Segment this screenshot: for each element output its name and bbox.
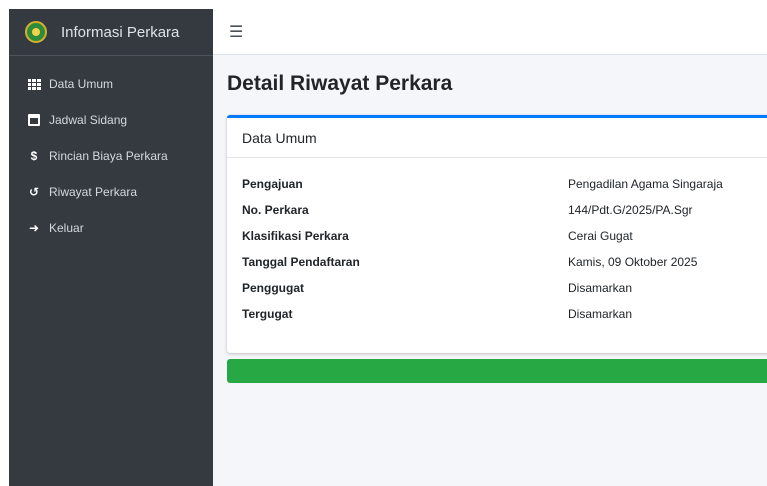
sidebar-item-keluar[interactable]: ➜ Keluar: [9, 210, 213, 246]
sidebar-item-label: Data Umum: [49, 77, 114, 91]
sidebar-item-label: Jadwal Sidang: [49, 113, 128, 127]
calendar-icon: [26, 114, 42, 126]
detail-row: Tanggal Pendaftaran Kamis, 09 Oktober 20…: [242, 255, 767, 275]
detail-row: Klasifikasi Perkara Cerai Gugat: [242, 229, 767, 249]
detail-label: No. Perkara: [242, 203, 309, 217]
detail-value: Cerai Gugat: [568, 229, 633, 243]
sidebar-item-label: Riwayat Perkara: [49, 185, 138, 199]
data-umum-card: Data Umum Pengajuan Pengadilan Agama Sin…: [227, 115, 767, 353]
main-content: ☰ Detail Riwayat Perkara Data Umum Penga…: [213, 9, 767, 486]
sidebar-item-riwayat-perkara[interactable]: ↺ Riwayat Perkara: [9, 174, 213, 210]
detail-value: 144/Pdt.G/2025/PA.Sgr: [568, 203, 693, 217]
sidebar-item-data-umum[interactable]: Data Umum: [9, 66, 213, 102]
sidebar-menu: Data Umum Jadwal Sidang $ Rincian Biaya …: [9, 56, 213, 246]
detail-value: Disamarkan: [568, 307, 633, 321]
detail-label: Klasifikasi Perkara: [242, 229, 349, 243]
detail-value: Pengadilan Agama Singaraja: [568, 177, 723, 191]
hamburger-menu-icon[interactable]: ☰: [229, 22, 243, 42]
status-progress-bar: [227, 359, 767, 383]
sidebar-item-jadwal-sidang[interactable]: Jadwal Sidang: [9, 102, 213, 138]
brand-title: Informasi Perkara: [61, 23, 180, 41]
table-icon: [26, 78, 42, 90]
detail-row: Tergugat Disamarkan: [242, 307, 767, 327]
detail-row: Penggugat Disamarkan: [242, 281, 767, 301]
top-navbar: ☰: [213, 9, 767, 55]
sign-out-icon: ➜: [28, 221, 40, 235]
brand[interactable]: Informasi Perkara: [9, 9, 213, 56]
logo-icon: [25, 21, 47, 43]
dollar-icon: $: [30, 149, 38, 163]
detail-label: Penggugat: [242, 281, 304, 295]
sidebar-item-label: Rincian Biaya Perkara: [49, 149, 168, 163]
detail-label: Pengajuan: [242, 177, 303, 191]
detail-value: Kamis, 09 Oktober 2025: [568, 255, 698, 269]
detail-label: Tergugat: [242, 307, 293, 321]
detail-row: No. Perkara 144/Pdt.G/2025/PA.Sgr: [242, 203, 767, 223]
card-title: Data Umum: [227, 118, 767, 158]
history-icon: ↺: [28, 185, 40, 199]
detail-value: Disamarkan: [568, 281, 633, 295]
sidebar-item-label: Keluar: [49, 221, 84, 235]
detail-row: Pengajuan Pengadilan Agama Singaraja: [242, 177, 767, 197]
sidebar: Informasi Perkara Data Umum Jadwal Sidan…: [9, 9, 213, 486]
detail-label: Tanggal Pendaftaran: [242, 255, 360, 269]
page-title: Detail Riwayat Perkara: [227, 72, 453, 95]
sidebar-item-rincian-biaya[interactable]: $ Rincian Biaya Perkara: [9, 138, 213, 174]
